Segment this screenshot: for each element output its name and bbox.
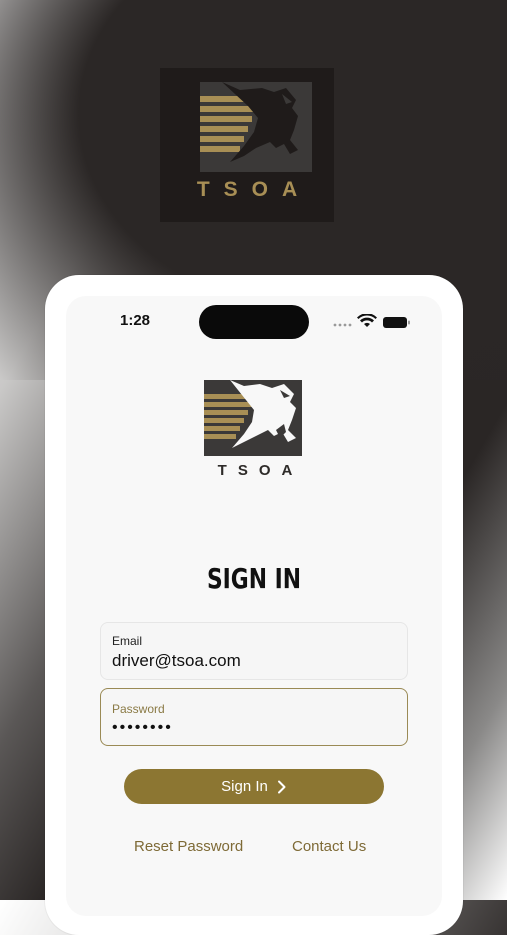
app-logo xyxy=(204,380,304,456)
sign-in-button[interactable]: Sign In xyxy=(124,769,384,804)
password-label: Password xyxy=(112,702,165,716)
sign-in-label: Sign In xyxy=(221,778,268,795)
dynamic-island xyxy=(199,305,309,339)
email-value[interactable]: driver@tsoa.com xyxy=(112,651,241,671)
status-icons xyxy=(333,314,410,328)
email-field[interactable]: Email driver@tsoa.com xyxy=(100,622,408,680)
status-time: 1:28 xyxy=(120,312,151,329)
battery-icon xyxy=(383,317,410,328)
reset-password-link[interactable]: Reset Password xyxy=(134,838,243,855)
email-label: Email xyxy=(112,634,143,648)
hero-logo: TSOA xyxy=(160,68,334,222)
signal-icon xyxy=(333,323,352,327)
wifi-icon xyxy=(357,314,377,327)
app-wordmark: TSOA xyxy=(217,462,304,479)
chevron-right-icon xyxy=(277,780,286,793)
hero-wordmark: TSOA xyxy=(196,178,312,201)
eagle-speed-icon xyxy=(200,82,312,172)
password-field[interactable]: Password •••••••• xyxy=(100,688,408,746)
password-value[interactable]: •••••••• xyxy=(112,719,173,737)
eagle-speed-icon xyxy=(204,380,302,456)
page-title: SIGN IN xyxy=(206,562,302,595)
contact-us-link[interactable]: Contact Us xyxy=(292,838,366,855)
